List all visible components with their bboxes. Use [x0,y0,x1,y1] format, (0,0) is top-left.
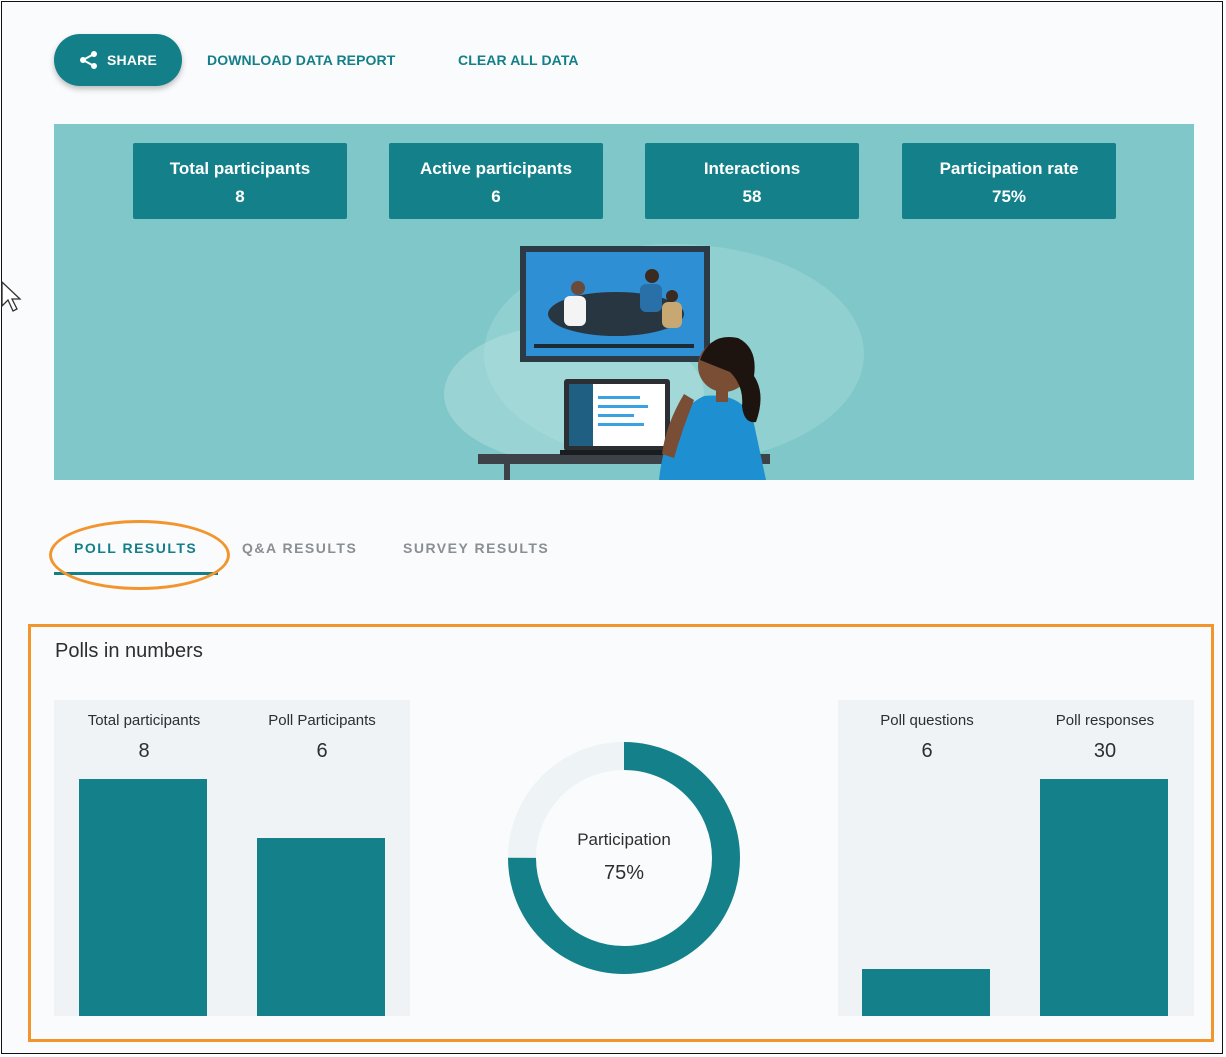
bar-poll-responses [1040,779,1168,1016]
stat-label: Interactions [703,159,801,178]
stat-label: Participation rate [939,159,1079,178]
stat-label: Active participants [419,159,573,178]
poll-participants-label: Poll Participants [268,712,376,729]
mouse-cursor-icon [1,280,22,312]
poll-questions-label: Poll questions [880,712,974,729]
interactions-card: Interactions 58 [645,143,859,219]
stat-value: 8 [235,187,245,206]
share-icon [79,51,97,69]
tab-qa-results[interactable]: Q&A RESULTS [242,540,357,556]
total-participants-card: Total participants 8 [133,143,347,219]
poll-responses-value: 30 [1093,740,1117,762]
bar-poll-participants [257,838,385,1016]
participation-rate-card: Participation rate 75% [902,143,1116,219]
share-button[interactable]: SHARE [54,34,182,86]
poll-questions-value: 6 [921,740,933,762]
tab-survey-results[interactable]: SURVEY RESULTS [403,540,549,556]
share-button-label: SHARE [106,52,157,68]
stat-label: Total participants [169,159,311,178]
stat-value: 75% [991,187,1027,206]
total-participants-value: 8 [138,740,150,762]
active-participants-card: Active participants 6 [389,143,603,219]
participation-label: Participation [577,830,671,849]
section-title: Polls in numbers [55,640,203,662]
poll-participants-value: 6 [316,740,328,762]
participation-value: 75% [603,862,645,884]
summary-hero-banner: Total participants 8 Active participants… [54,124,1194,480]
participation-donut-chart [505,739,743,977]
bar-total-participants [79,779,207,1016]
download-data-report-link[interactable]: DOWNLOAD DATA REPORT [207,52,395,68]
bar-poll-questions [862,969,990,1016]
stat-value: 58 [742,187,762,206]
total-participants-label: Total participants [87,712,201,729]
clear-all-data-link[interactable]: CLEAR ALL DATA [458,52,579,68]
highlight-circle-annotation [49,520,230,590]
stat-value: 6 [491,187,501,206]
poll-responses-label: Poll responses [1055,712,1155,729]
